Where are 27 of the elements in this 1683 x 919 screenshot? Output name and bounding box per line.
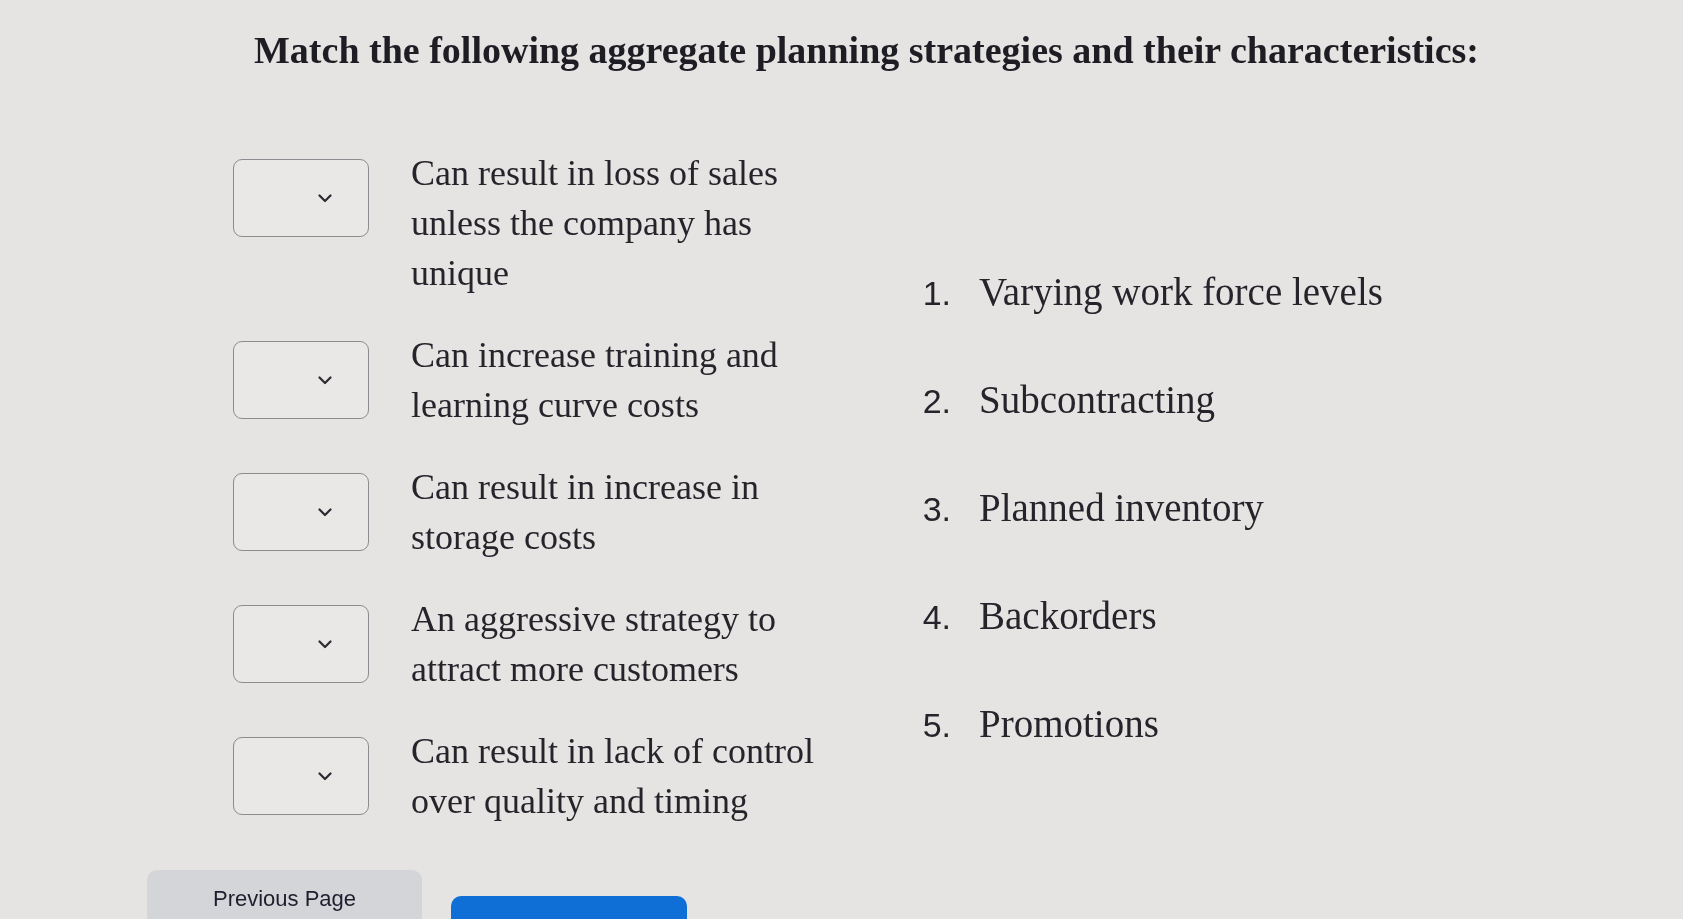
- chevron-down-icon: [318, 193, 332, 203]
- chevron-down-icon: [318, 639, 332, 649]
- answer-dropdown[interactable]: [233, 605, 369, 683]
- strategy-label: Subcontracting: [979, 377, 1216, 423]
- characteristic-text: Can result in increase in storage costs: [411, 466, 760, 559]
- characteristic-text: Can result in lack of control over quality and timing: [411, 730, 815, 823]
- strategy-label: Promotions: [979, 701, 1159, 747]
- strategy-label: Varying work force levels: [979, 269, 1383, 315]
- answer-dropdown[interactable]: [233, 473, 369, 551]
- list-number: 5.: [921, 705, 951, 746]
- chevron-down-icon: [318, 375, 332, 385]
- question-title: Match the following aggregate planning strategies and their characteristics:: [254, 28, 1479, 73]
- list-number: 2.: [921, 381, 951, 422]
- list-number: 1.: [921, 273, 951, 314]
- strategy-label: Planned inventory: [979, 485, 1264, 531]
- answer-dropdown[interactable]: [233, 737, 369, 815]
- chevron-down-icon: [318, 507, 332, 517]
- previous-page-button[interactable]: Previous Page: [147, 870, 422, 919]
- chevron-down-icon: [318, 771, 332, 781]
- characteristic-text: An aggressive strategy to attract more customers: [411, 598, 777, 691]
- strategy-label: Backorders: [979, 593, 1157, 639]
- answer-dropdown[interactable]: [233, 159, 369, 237]
- answer-dropdown[interactable]: [233, 341, 369, 419]
- characteristic-text: Can increase training and learning curve costs: [411, 334, 779, 427]
- characteristic-text: Can result in loss of sales unless the company has unique: [411, 152, 779, 295]
- list-number: 3.: [921, 489, 951, 530]
- list-number: 4.: [921, 597, 951, 638]
